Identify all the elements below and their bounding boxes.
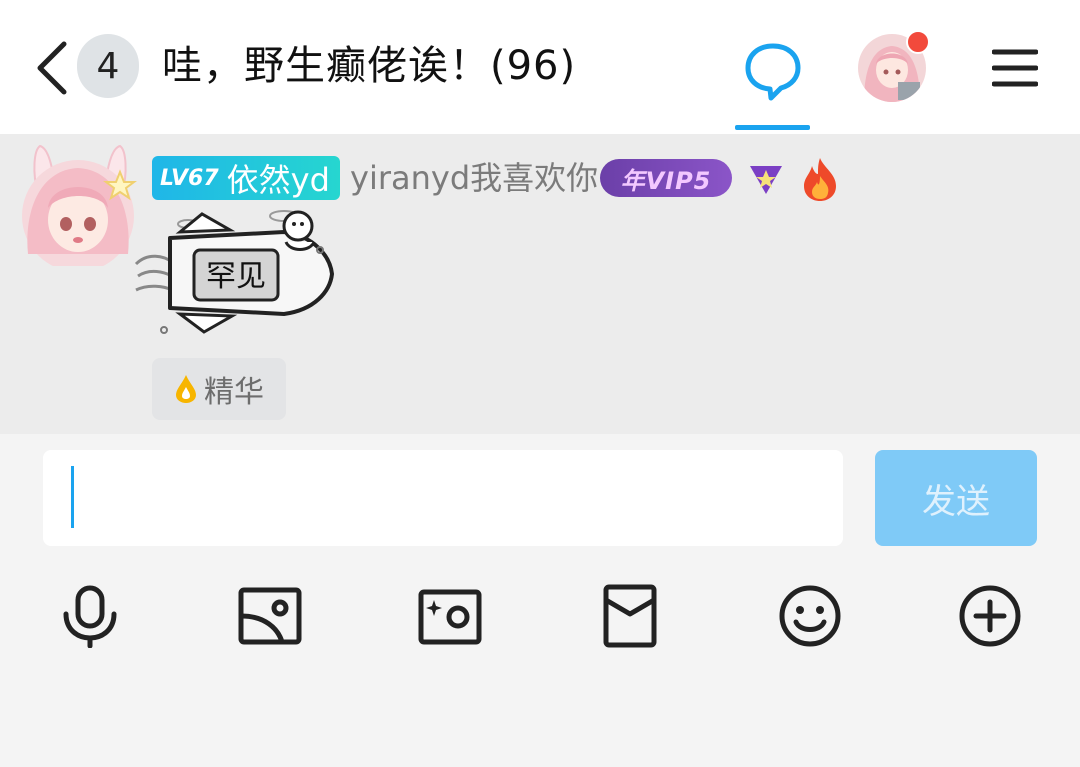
notification-dot — [906, 30, 930, 54]
message-list: LV67 依然yd yiranyd我喜欢你 年VIP5 罕见 精华 — [0, 134, 1080, 434]
essence-tag[interactable]: 精华 — [152, 358, 286, 420]
sticker-caption: 罕见 — [206, 259, 266, 294]
member-level-badge: LV67 依然yd — [152, 156, 340, 200]
voice-button[interactable] — [58, 584, 122, 649]
emoji-button[interactable] — [778, 584, 842, 648]
camera-button[interactable] — [418, 584, 482, 648]
image-icon — [238, 587, 302, 645]
red-packet-icon — [603, 584, 657, 648]
composer: 发送 — [0, 434, 1080, 767]
chat-tab[interactable] — [735, 30, 810, 130]
avatar — [22, 144, 137, 272]
rank-triangle-icon — [748, 162, 784, 200]
send-button[interactable]: 发送 — [875, 450, 1037, 546]
microphone-icon — [63, 585, 117, 649]
active-tab-indicator — [735, 125, 810, 130]
sender-avatar[interactable] — [20, 144, 138, 272]
rocket-sticker-image: 罕见 — [134, 210, 334, 334]
vip-badge: 年VIP5 — [600, 159, 732, 197]
emoji-icon — [779, 585, 841, 647]
back-button[interactable] — [30, 36, 74, 100]
plus-icon — [959, 585, 1021, 647]
message-input[interactable] — [43, 450, 843, 546]
sticker-message[interactable]: 罕见 — [134, 206, 340, 346]
image-button[interactable] — [238, 584, 302, 648]
essence-drop-icon — [176, 375, 196, 403]
chat-header: 4 哇，野生癫佬诶！(96) — [0, 0, 1080, 134]
more-button[interactable] — [958, 584, 1022, 648]
chat-bubble-icon — [745, 43, 801, 101]
menu-icon — [991, 49, 1039, 87]
text-caret — [71, 466, 74, 528]
level-text: LV67 — [160, 165, 219, 191]
group-nickname[interactable]: 依然yd — [227, 155, 330, 201]
essence-label: 精华 — [204, 375, 264, 410]
camera-icon — [418, 589, 482, 645]
back-arrow-icon — [37, 41, 67, 95]
red-packet-button[interactable] — [598, 584, 662, 648]
menu-button[interactable] — [991, 48, 1039, 88]
sender-username[interactable]: yiranyd我喜欢你 — [350, 156, 598, 200]
chat-title: 哇，野生癫佬诶！(96) — [162, 43, 577, 89]
unread-count-badge[interactable]: 4 — [77, 34, 139, 98]
fire-icon — [800, 156, 840, 206]
